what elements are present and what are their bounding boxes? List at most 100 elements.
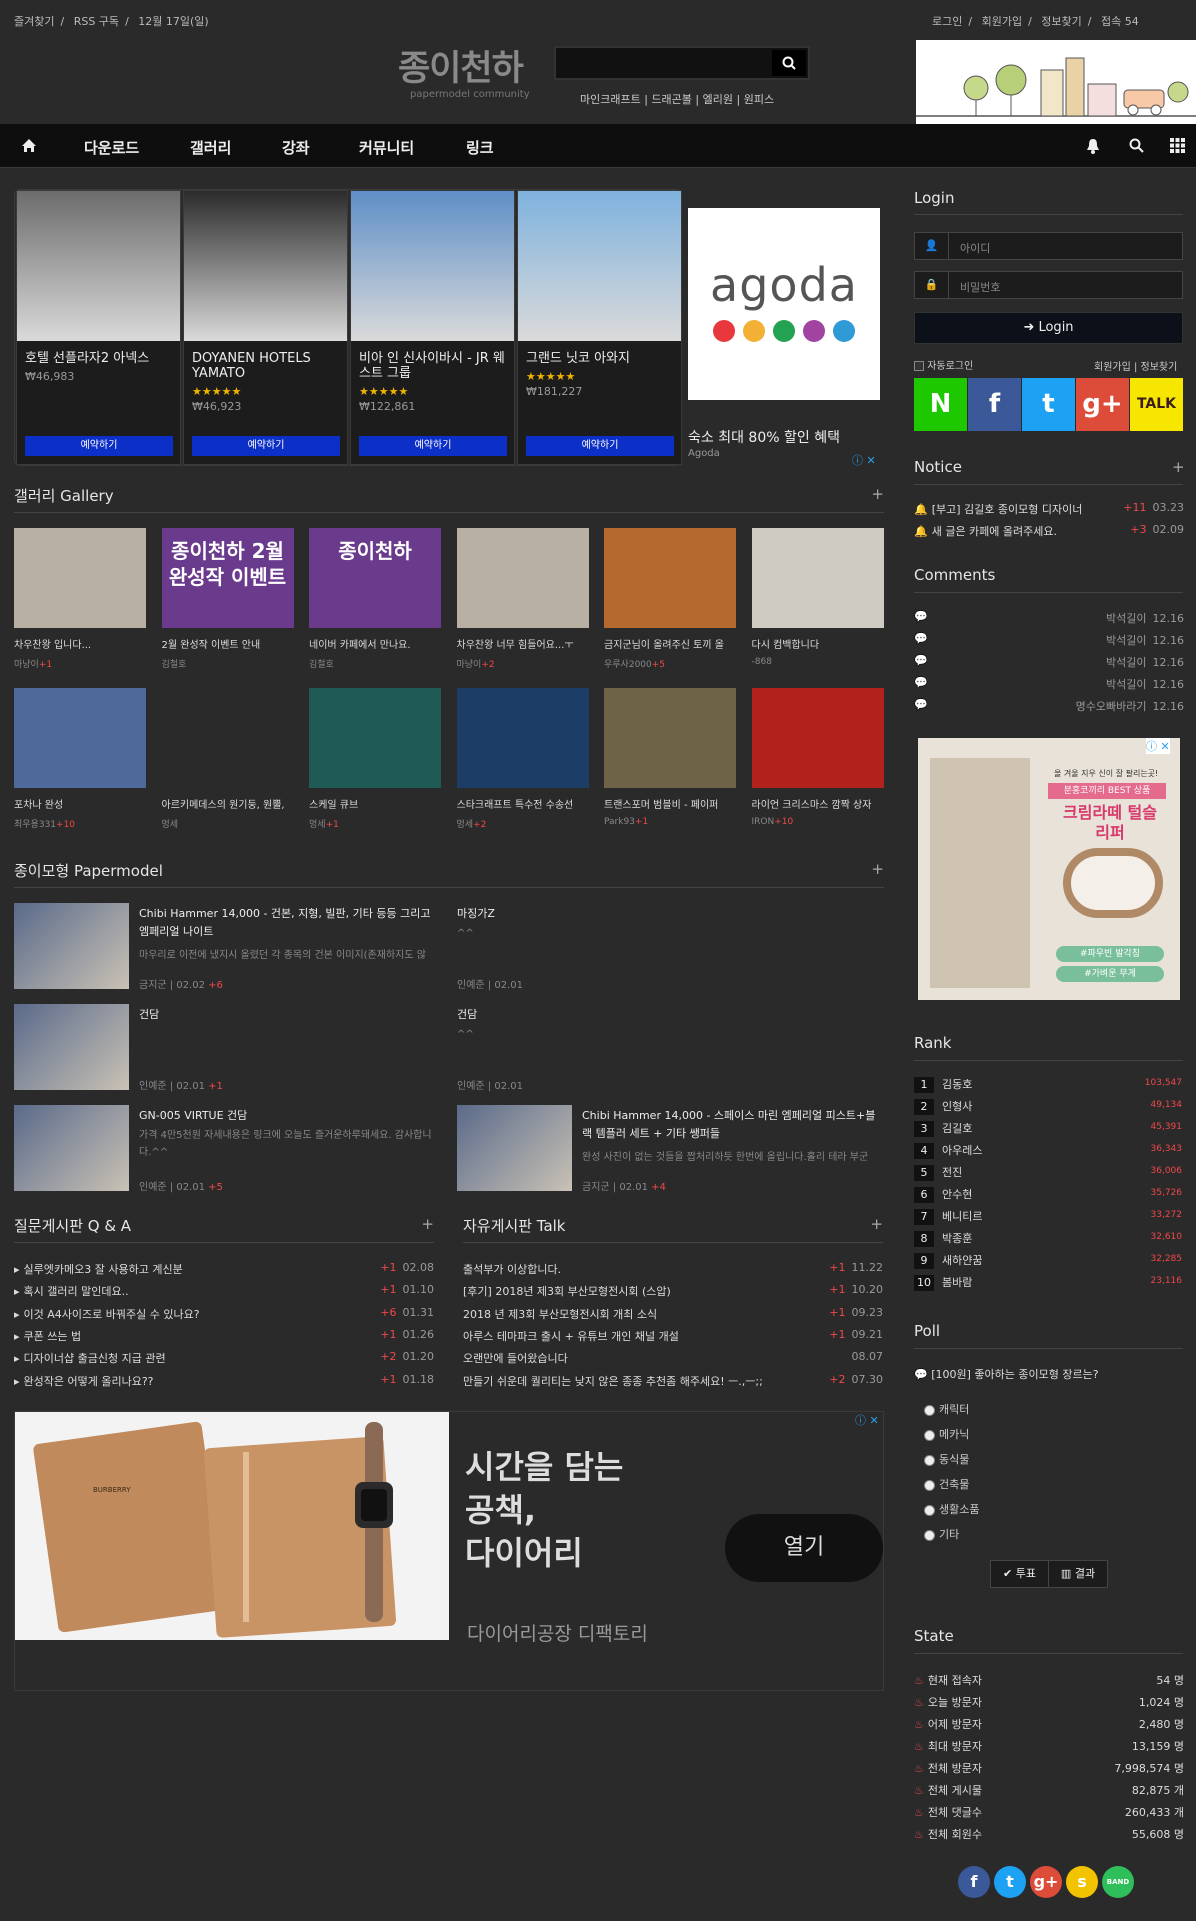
poll-radio[interactable] <box>924 1504 935 1516</box>
rss-link[interactable]: RSS 구독 <box>74 15 119 28</box>
grid-menu-icon[interactable] <box>1170 138 1185 153</box>
rank-name[interactable]: 박종훈 <box>942 1232 972 1245</box>
hotel-card[interactable]: DOYANEN HOTELS YAMATO ★★★★★ ₩46,923 예약하기 <box>183 190 348 465</box>
rank-row[interactable]: 2 인형사 49,134 <box>914 1098 1182 1115</box>
rank-row[interactable]: 3 김길호 45,391 <box>914 1120 1182 1137</box>
qna-row[interactable]: ▸ 이것 A4사이즈로 바꿔주실 수 있나요? +6 01.31 <box>14 1306 434 1322</box>
footer-social-3[interactable]: s <box>1066 1866 1098 1898</box>
search-button[interactable] <box>772 50 806 76</box>
gallery-thumbnail[interactable] <box>309 688 441 788</box>
poll-option[interactable]: 건축물 <box>924 1476 969 1492</box>
bookmark-link[interactable]: 즐겨찾기 <box>14 15 54 28</box>
footer-social-4[interactable]: BAND <box>1102 1866 1134 1898</box>
qna-row[interactable]: ▸ 완성작은 어떻게 올리나요?? +1 01.18 <box>14 1373 434 1389</box>
hotel-name[interactable]: 그랜드 닛코 아와지 <box>526 351 676 366</box>
poll-option[interactable]: 메카닉 <box>924 1426 969 1442</box>
gallery-thumbnail[interactable] <box>751 688 884 788</box>
paper-post-title[interactable]: 건담 <box>457 1006 884 1024</box>
hotel-card[interactable]: 그랜드 닛코 아와지 ★★★★★ ₩181,227 예약하기 <box>517 190 682 465</box>
qna-more-icon[interactable]: + <box>421 1215 434 1233</box>
agoda-promo-text[interactable]: 숙소 최대 80% 할인 혜택 <box>688 427 840 447</box>
notice-title[interactable]: Notice <box>914 458 962 476</box>
rank-row[interactable]: 8 박종훈 32,610 <box>914 1230 1182 1247</box>
gallery-thumbnail[interactable] <box>14 688 146 788</box>
talk-row[interactable]: ▸출석부가 이상합니다.+111.22 <box>463 1261 883 1277</box>
quick-link-dragonball[interactable]: 드래곤볼 <box>651 93 691 106</box>
gallery-thumbnail[interactable] <box>14 528 146 628</box>
comments-title[interactable]: Comments <box>914 566 995 584</box>
notice-more-icon[interactable]: + <box>1172 458 1185 476</box>
gallery-item-title[interactable]: 다시 컴백합니다 <box>752 636 884 651</box>
search-input[interactable] <box>560 52 770 74</box>
gallery-item[interactable]: 차우찬왕 입니다... 마냥이+1 <box>14 528 146 670</box>
rank-name[interactable]: 봄바람 <box>942 1276 972 1289</box>
gallery-item[interactable]: 포차나 완성 최우용331+10 <box>14 688 146 830</box>
paper-thumbnail[interactable] <box>14 1004 129 1090</box>
talk-row[interactable]: ▸만들기 쉬운데 퀄리티는 낮지 않은 종종 추천좀 해주세요! ㅡ.,ㅡ;;+… <box>463 1373 883 1389</box>
rank-row[interactable]: 4 아우레스 36,343 <box>914 1142 1182 1159</box>
quick-link-onepiece[interactable]: 원피스 <box>744 93 774 106</box>
hotel-name[interactable]: 비아 인 신사이바시 - JR 웨스트 그룹 <box>359 351 509 381</box>
footer-social-0[interactable]: f <box>958 1866 990 1898</box>
poll-radio[interactable] <box>924 1529 935 1541</box>
id-field[interactable]: 👤 아이디 <box>914 232 1183 260</box>
papermodel-title[interactable]: 종이모형 Papermodel <box>14 862 163 880</box>
gallery-item[interactable]: 금지군님이 올려주신 토끼 올 우루사2000+5 <box>604 528 736 670</box>
diary-ad-info-icon[interactable]: ⓘ ✕ <box>855 1412 879 1428</box>
gallery-thumbnail[interactable]: 종이천하 2월 완성작 이벤트 <box>161 528 294 628</box>
auto-login-checkbox[interactable] <box>914 361 924 371</box>
hotel-name[interactable]: DOYANEN HOTELS YAMATO <box>192 351 342 381</box>
notice-row-title[interactable]: 새 글은 카페에 올려주세요. <box>932 525 1057 538</box>
talk-row[interactable]: ▸아루스 테마파크 출시 + 유튜브 개인 채널 개설+109.21 <box>463 1328 883 1344</box>
book-button[interactable]: 예약하기 <box>192 436 340 456</box>
gallery-thumbnail[interactable] <box>604 528 736 628</box>
rank-name[interactable]: 베니티르 <box>942 1210 982 1223</box>
find-info-link[interactable]: 정보찾기 <box>1041 15 1081 28</box>
gallery-item-title[interactable]: 스케일 큐브 <box>309 796 441 811</box>
gallery-item-title[interactable]: 네이버 카페에서 만나요. <box>309 636 441 651</box>
nav-lecture[interactable]: 강좌 <box>282 137 310 158</box>
gallery-item[interactable]: 종이천하 2월 완성작 이벤트 2월 완성작 이벤트 안내 김철호 <box>161 528 294 670</box>
paper-thumbnail[interactable] <box>457 1105 572 1191</box>
gallery-title[interactable]: 갤러리 Gallery <box>14 487 114 505</box>
paper-thumbnail[interactable] <box>14 1105 129 1191</box>
poll-option[interactable]: 캐릭터 <box>924 1401 969 1417</box>
rank-row[interactable]: 7 베니티르 33,272 <box>914 1208 1182 1225</box>
comment-row[interactable]: 💬 박석길이 12.16 <box>914 676 1184 691</box>
book-button[interactable]: 예약하기 <box>526 436 674 456</box>
social-login-1[interactable]: f <box>968 378 1021 431</box>
rank-name[interactable]: 김동호 <box>942 1078 972 1091</box>
talk-row-title[interactable]: 아루스 테마파크 출시 + 유튜브 개인 채널 개설 <box>463 1330 679 1343</box>
gallery-thumbnail[interactable] <box>161 688 294 788</box>
gallery-item-title[interactable]: 포차나 완성 <box>14 796 146 811</box>
nav-gallery[interactable]: 갤러리 <box>190 137 231 158</box>
social-login-2[interactable]: t <box>1022 378 1075 431</box>
paper-post-title[interactable]: Chibi Hammer 14,000 - 건본, 지형, 빌판, 기타 등등 … <box>139 905 444 941</box>
paper-post-title[interactable]: 건담 <box>139 1006 444 1024</box>
paper-thumbnail[interactable] <box>14 903 129 989</box>
poll-option[interactable]: 기타 <box>924 1526 959 1542</box>
poll-radio[interactable] <box>924 1454 935 1466</box>
ad-info-icon[interactable]: ⓘ ✕ <box>852 452 876 468</box>
gallery-thumbnail[interactable] <box>604 688 736 788</box>
talk-title[interactable]: 자유게시판 Talk <box>463 1217 566 1235</box>
qna-row-title[interactable]: 쿠폰 쓰는 법 <box>24 1330 82 1343</box>
slipper-ad-info-icon[interactable]: ⓘ ✕ <box>1146 738 1170 754</box>
nav-download[interactable]: 다운로드 <box>84 137 139 158</box>
gallery-thumbnail[interactable] <box>751 528 884 628</box>
home-icon[interactable] <box>21 138 37 153</box>
rank-row[interactable]: 1 김동호 103,547 <box>914 1076 1182 1093</box>
notice-row[interactable]: 🔔 [부고] 김길호 종이모형 디자이너 +11 03.23 <box>914 501 1184 517</box>
poll-result-button[interactable]: ▥ 결과 <box>1049 1561 1107 1587</box>
gallery-item[interactable]: 라이언 크리스마스 깜짝 상자 IRON+10 <box>751 688 884 827</box>
gallery-item-title[interactable]: 금지군님이 올려주신 토끼 올 <box>604 636 736 651</box>
hotel-card[interactable]: 비아 인 신사이바시 - JR 웨스트 그룹 ★★★★★ ₩122,861 예약하기 <box>350 190 515 465</box>
gallery-thumbnail[interactable] <box>456 688 589 788</box>
gallery-item-title[interactable]: 라이언 크리스마스 깜짝 상자 <box>752 796 884 811</box>
talk-row-title[interactable]: 오랜만에 들어왔습니다 <box>463 1352 568 1365</box>
talk-row[interactable]: ▸[후기] 2018년 제3회 부산모형전시회 (스압)+110.20 <box>463 1283 883 1299</box>
talk-more-icon[interactable]: + <box>870 1215 883 1233</box>
hotel-card[interactable]: 호텔 선플라자2 아넥스 ₩46,983 예약하기 <box>16 190 181 465</box>
agoda-logo-box[interactable]: agoda <box>688 208 880 400</box>
qna-row[interactable]: ▸ 실루엣카메오3 잘 사용하고 계신분 +1 02.08 <box>14 1261 434 1277</box>
